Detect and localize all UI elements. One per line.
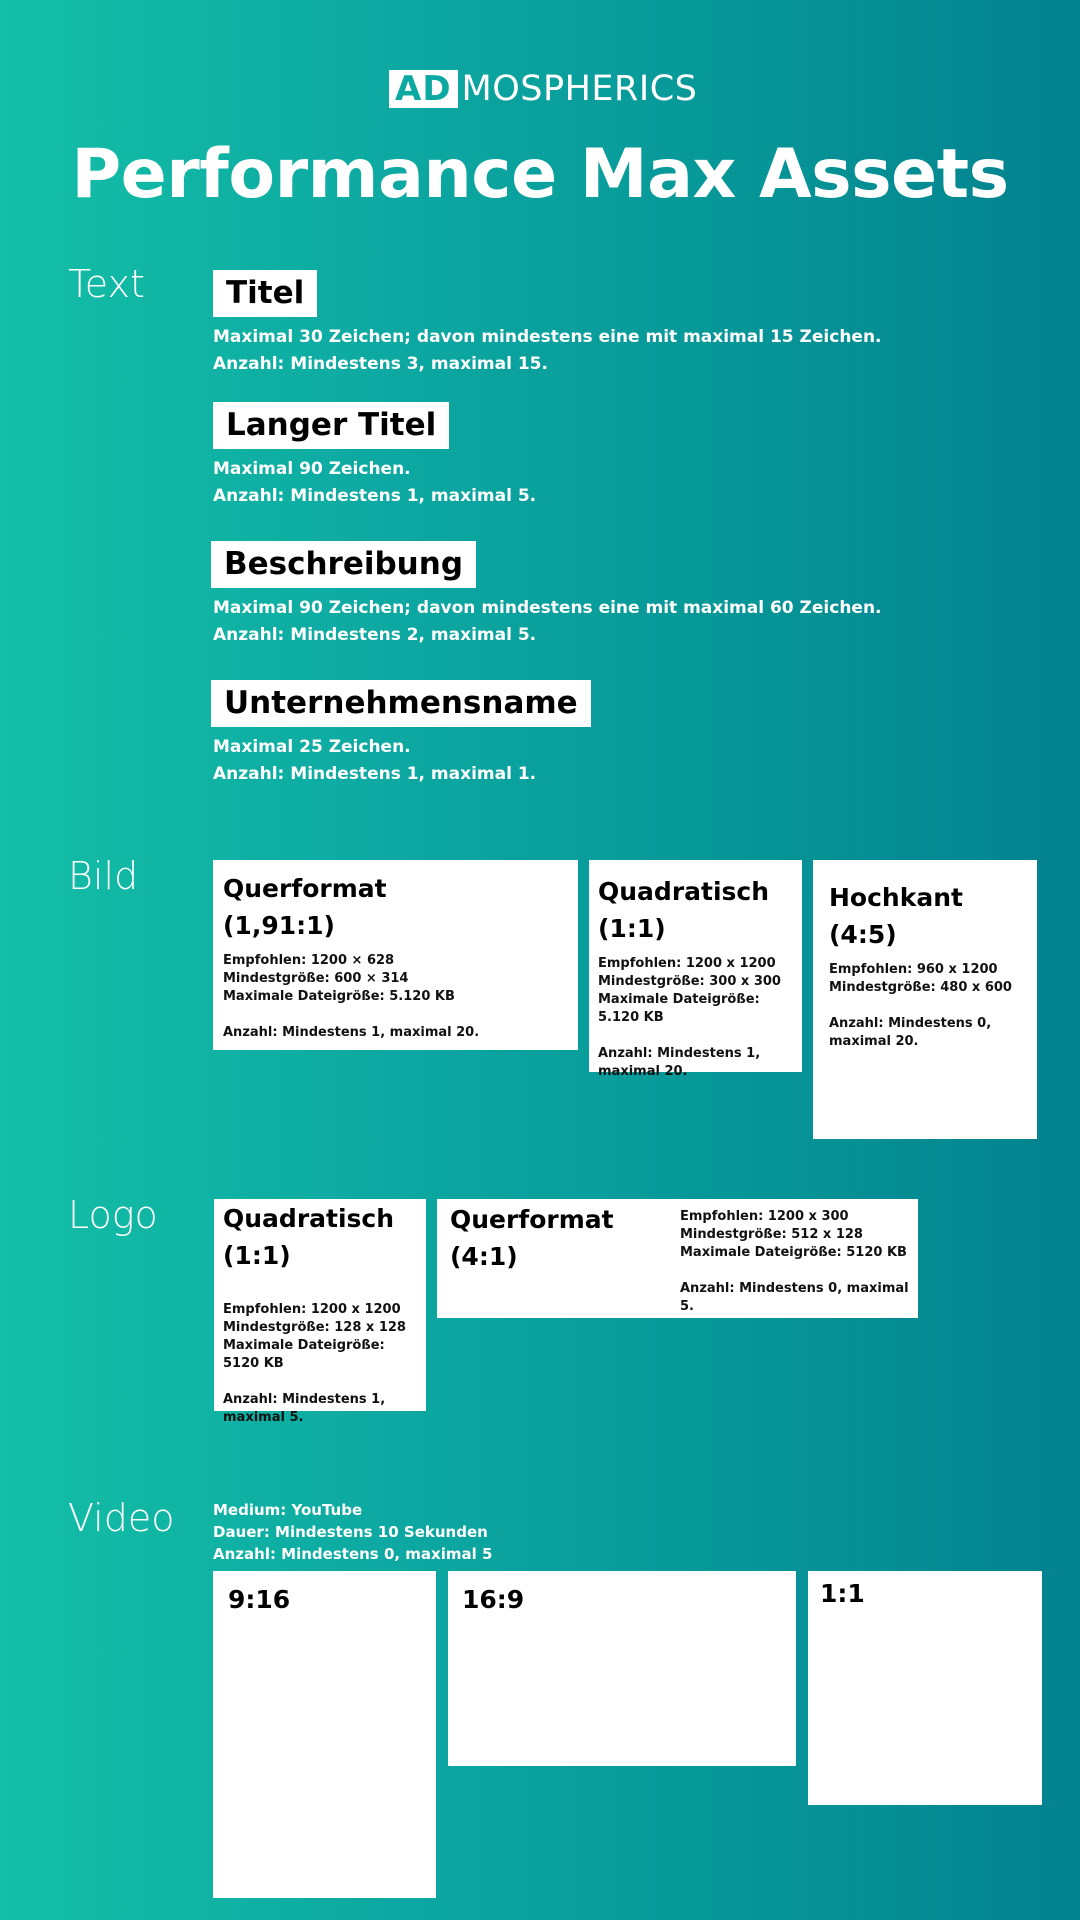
card-title: Querformat	[223, 874, 387, 903]
video-card-landscape: 16:9	[448, 1571, 796, 1766]
min-size: Mindestgröße: 300 x 300	[598, 974, 781, 989]
asset-count-line: Anzahl: Mindestens 1, maximal 5.	[213, 486, 537, 506]
asset-desc-line: Maximal 90 Zeichen; davon mindestens ein…	[213, 598, 882, 618]
asset-count-max: maximal 20.	[598, 1064, 688, 1079]
asset-tag: Unternehmensname	[211, 680, 591, 727]
asset-desc-line: Maximal 90 Zeichen.	[213, 459, 411, 479]
min-size: Mindestgröße: 600 × 314	[223, 971, 409, 986]
card-info: Empfohlen: 1200 x 1200 Mindestgröße: 300…	[598, 955, 793, 1081]
text-asset-unternehmensname: Unternehmensname	[211, 680, 591, 727]
recommended-size: Empfohlen: 1200 × 628	[223, 953, 395, 968]
bild-card-quadratisch: Quadratisch (1:1) Empfohlen: 1200 x 1200…	[589, 860, 802, 1079]
asset-count: Anzahl: Mindestens 0,	[829, 1016, 992, 1031]
recommended-size: Empfohlen: 1200 x 300	[680, 1209, 849, 1224]
section-label-logo: Logo	[68, 1193, 158, 1237]
brand-logo: AD MOSPHERICS	[389, 70, 697, 108]
recommended-size: Empfohlen: 960 x 1200	[829, 962, 998, 977]
logo-card-querformat: Querformat (4:1) Empfohlen: 1200 x 300 M…	[437, 1199, 918, 1318]
text-asset-langer-titel-desc: Maximal 90 Zeichen. Anzahl: Mindestens 1…	[213, 456, 536, 510]
video-card-portrait: 9:16	[213, 1571, 436, 1898]
video-card-square: 1:1	[808, 1571, 1042, 1805]
video-duration: Dauer: Mindestens 10 Sekunden	[213, 1523, 488, 1541]
text-asset-beschreibung: Beschreibung	[211, 541, 477, 588]
card-title: Hochkant	[829, 883, 963, 912]
asset-count-line: Anzahl: Mindestens 3, maximal 15.	[213, 354, 548, 374]
video-format-label: 16:9	[462, 1585, 525, 1614]
brand-logo-text: MOSPHERICS	[461, 69, 698, 109]
video-count: Anzahl: Mindestens 0, maximal 5	[213, 1545, 493, 1563]
card-subtitle: (1:1)	[598, 914, 666, 943]
min-size: Mindestgröße: 128 x 128	[223, 1320, 406, 1335]
asset-tag: Beschreibung	[211, 541, 477, 588]
asset-count: Anzahl: Mindestens 1, maximal 20.	[223, 1025, 480, 1040]
recommended-size: Empfohlen: 1200 x 1200	[223, 1302, 401, 1317]
card-info: Empfohlen: 1200 x 1200 Mindestgröße: 128…	[223, 1301, 417, 1427]
text-asset-titel-desc: Maximal 30 Zeichen; davon mindestens ein…	[213, 324, 882, 378]
card-info: Empfohlen: 960 x 1200 Mindestgröße: 480 …	[829, 961, 1021, 1051]
bild-card-querformat: Querformat (1,91:1) Empfohlen: 1200 × 62…	[213, 860, 578, 1050]
card-subtitle: (4:1)	[450, 1242, 518, 1271]
asset-desc-line: Maximal 25 Zeichen.	[213, 737, 411, 757]
section-label-text: Text	[68, 262, 145, 306]
asset-tag: Langer Titel	[213, 402, 450, 449]
asset-count: Anzahl: Mindestens 0, maximal 5.	[680, 1281, 909, 1314]
min-size: Mindestgröße: 480 x 600	[829, 980, 1012, 995]
section-label-video: Video	[68, 1496, 175, 1540]
video-medium: Medium: YouTube	[213, 1501, 363, 1519]
text-asset-langer-titel: Langer Titel	[213, 402, 450, 449]
video-format-label: 1:1	[820, 1579, 865, 1608]
asset-count: Anzahl: Mindestens 1,	[223, 1392, 386, 1407]
asset-count-line: Anzahl: Mindestens 2, maximal 5.	[213, 625, 537, 645]
asset-desc-line: Maximal 30 Zeichen; davon mindestens ein…	[213, 327, 882, 347]
card-title: Querformat	[450, 1205, 614, 1234]
text-asset-beschreibung-desc: Maximal 90 Zeichen; davon mindestens ein…	[213, 595, 882, 649]
asset-count-line: Anzahl: Mindestens 1, maximal 1.	[213, 764, 537, 784]
card-subtitle: (1,91:1)	[223, 911, 335, 940]
asset-count-max: maximal 20.	[829, 1034, 919, 1049]
text-asset-unternehmensname-desc: Maximal 25 Zeichen. Anzahl: Mindestens 1…	[213, 734, 536, 788]
logo-card-quadratisch: Quadratisch (1:1) Empfohlen: 1200 x 1200…	[214, 1199, 426, 1425]
page-title: Performance Max Assets	[71, 135, 1009, 214]
card-title-block: Querformat (4:1)	[450, 1201, 614, 1275]
card-subtitle: (4:5)	[829, 920, 897, 949]
card-info: Empfohlen: 1200 x 300 Mindestgröße: 512 …	[680, 1208, 918, 1316]
video-meta: Medium: YouTube Dauer: Mindestens 10 Sek…	[213, 1499, 492, 1565]
card-info: Empfohlen: 1200 × 628 Mindestgröße: 600 …	[223, 952, 568, 1042]
max-file-size: Maximale Dateigröße: 5.120 KB	[598, 992, 760, 1025]
min-size: Mindestgröße: 512 x 128	[680, 1227, 863, 1242]
card-title: Quadratisch	[598, 877, 770, 906]
max-file-size: Maximale Dateigröße: 5120 KB	[223, 1338, 385, 1371]
max-file-size: Maximale Dateigröße: 5120 KB	[680, 1245, 907, 1260]
max-file-size: Maximale Dateigröße: 5.120 KB	[223, 989, 455, 1004]
recommended-size: Empfohlen: 1200 x 1200	[598, 956, 776, 971]
section-label-bild: Bild	[68, 854, 139, 898]
card-title: Quadratisch	[223, 1204, 395, 1233]
text-asset-titel: Titel	[213, 270, 318, 317]
card-subtitle: (1:1)	[223, 1241, 291, 1270]
video-format-label: 9:16	[228, 1585, 291, 1614]
asset-count: Anzahl: Mindestens 1,	[598, 1046, 761, 1061]
asset-tag: Titel	[213, 270, 318, 317]
asset-count-max: maximal 5.	[223, 1410, 304, 1425]
brand-logo-boxed: AD	[389, 70, 458, 108]
bild-card-hochkant: Hochkant (4:5) Empfohlen: 960 x 1200 Min…	[813, 860, 1037, 1139]
